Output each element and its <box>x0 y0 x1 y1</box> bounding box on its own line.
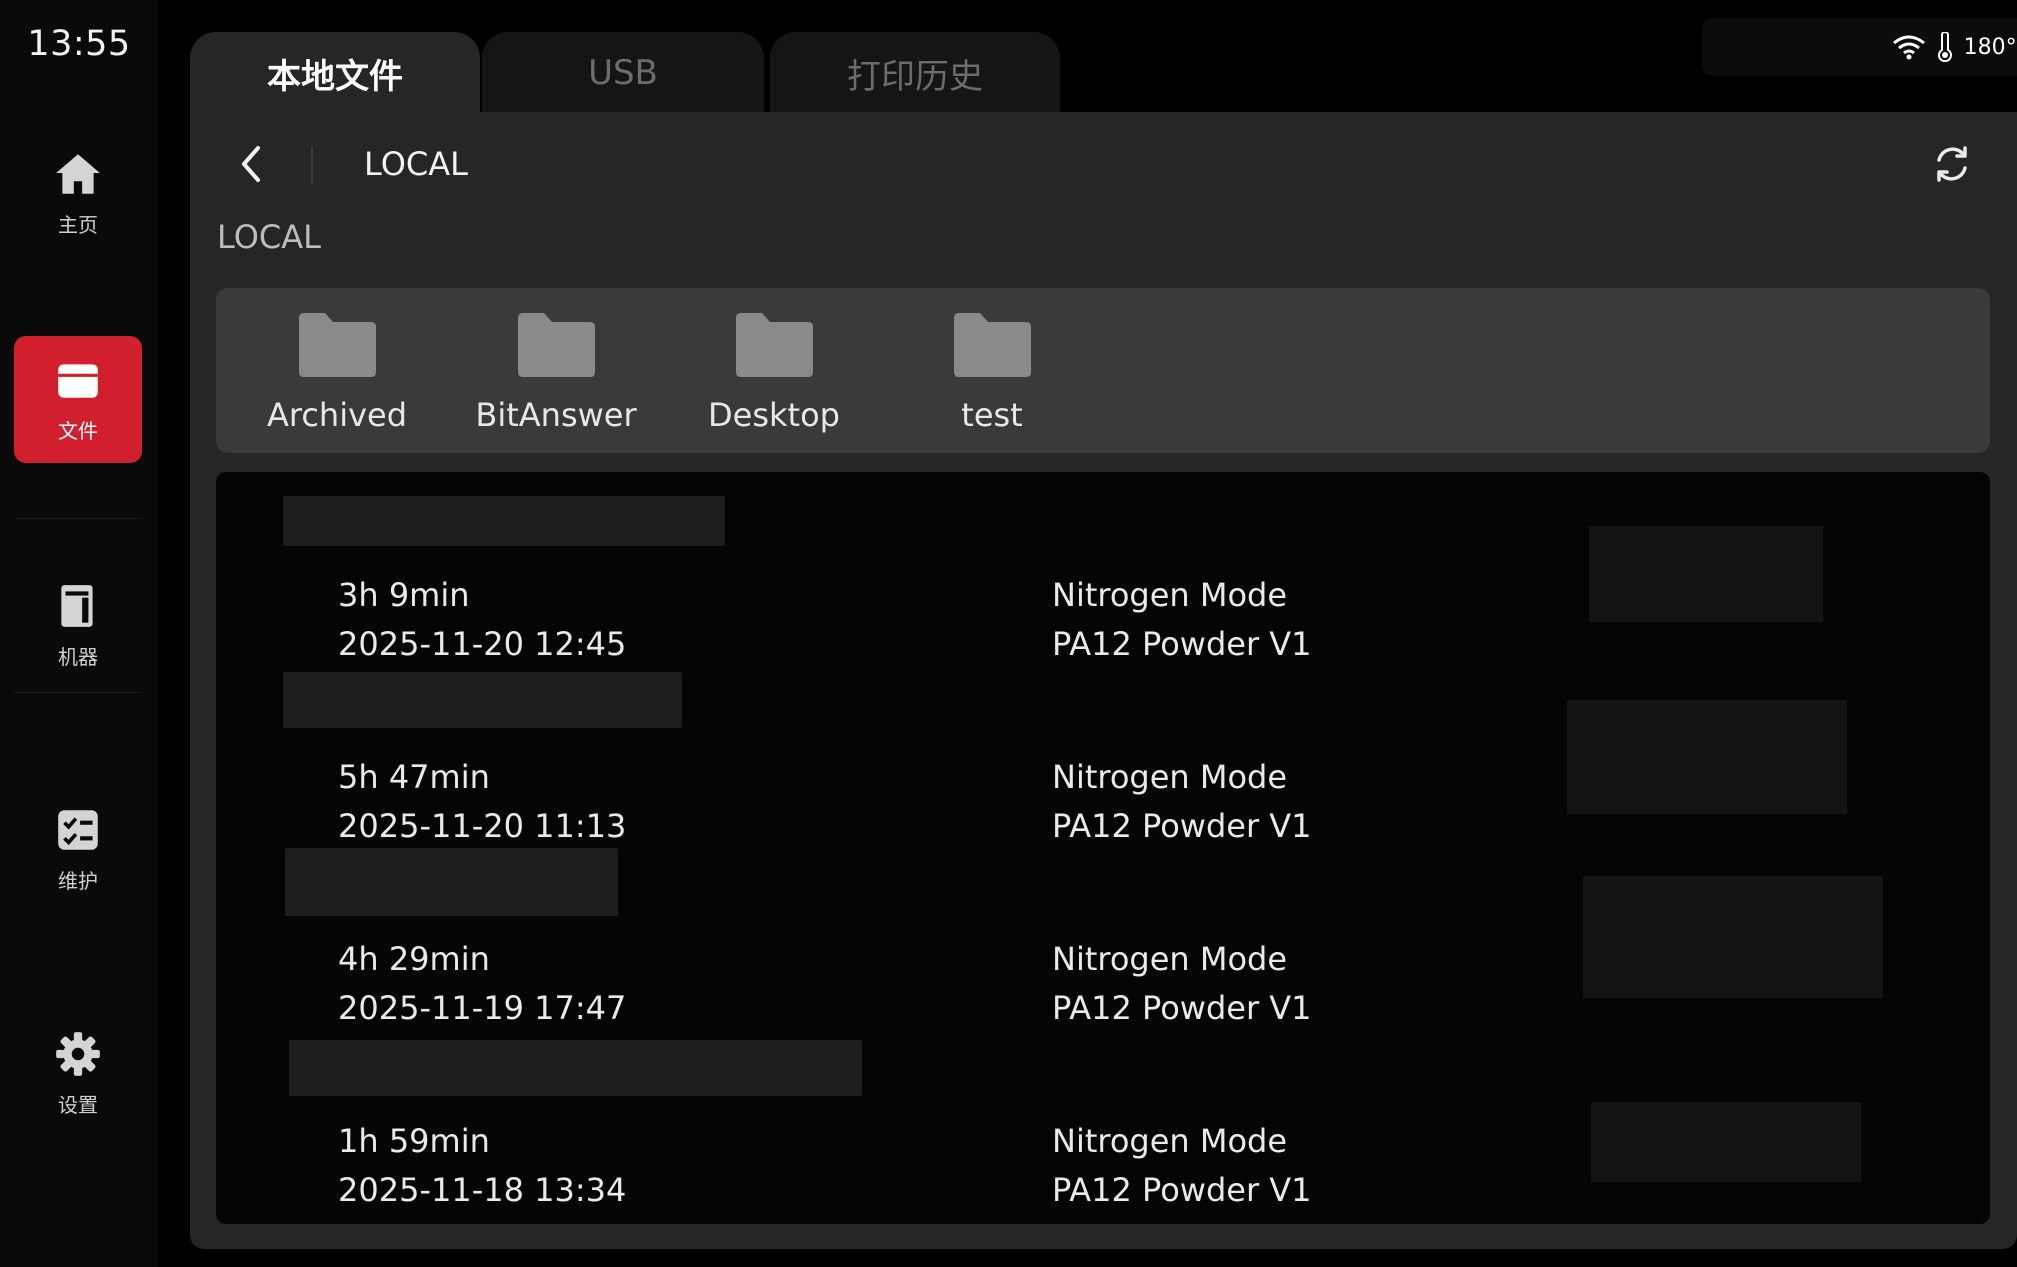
temperature-readout: 180°C <box>1963 34 2017 60</box>
file-duration: 1h 59min <box>338 1122 490 1160</box>
sidebar-item-label: 维护 <box>58 869 98 893</box>
file-material: PA12 Powder V1 <box>1052 807 1312 845</box>
folder-item[interactable]: BitAnswer <box>456 310 656 434</box>
sidebar-item-home[interactable]: 主页 <box>14 130 142 257</box>
tab-usb[interactable]: USB <box>482 32 764 114</box>
file-duration: 3h 9min <box>338 576 470 614</box>
home-icon <box>56 154 100 194</box>
folder-item[interactable]: Desktop <box>674 310 874 434</box>
folder-item[interactable]: test <box>892 310 1092 434</box>
sidebar-divider <box>14 518 142 519</box>
sidebar-item-files[interactable]: 文件 <box>14 336 142 463</box>
file-list: 3h 9min 2025-11-20 12:45 Nitrogen Mode P… <box>216 472 1990 1224</box>
machine-icon <box>61 585 93 627</box>
sidebar-item-settings[interactable]: 设置 <box>14 1010 142 1137</box>
status-bar: 180°C <box>1702 18 2017 76</box>
folder-name: Desktop <box>708 396 840 434</box>
file-name-redacted <box>285 848 618 916</box>
gear-icon <box>56 1032 100 1076</box>
file-name-redacted <box>289 1040 862 1096</box>
list-item[interactable]: 3h 9min 2025-11-20 12:45 Nitrogen Mode P… <box>216 496 1990 678</box>
folder-icon <box>299 313 376 377</box>
folder-name: test <box>961 396 1023 434</box>
path-divider <box>311 146 313 184</box>
current-path: LOCAL <box>364 145 468 183</box>
file-material: PA12 Powder V1 <box>1052 1171 1312 1209</box>
list-item[interactable]: 5h 47min 2025-11-20 11:13 Nitrogen Mode … <box>216 672 1990 854</box>
file-thumbnail <box>1591 1102 1861 1182</box>
file-duration: 5h 47min <box>338 758 490 796</box>
list-item[interactable]: 4h 29min 2025-11-19 17:47 Nitrogen Mode … <box>216 848 1990 1030</box>
file-duration: 4h 29min <box>338 940 490 978</box>
wifi-icon <box>1892 35 1925 60</box>
thermometer-icon <box>1937 32 1952 62</box>
refresh-button[interactable] <box>1932 143 1972 185</box>
sidebar-item-label: 主页 <box>58 213 98 237</box>
file-name-redacted <box>283 672 682 728</box>
file-thumbnail <box>1583 876 1883 998</box>
folder-item[interactable]: Archived <box>237 310 437 434</box>
file-print-mode: Nitrogen Mode <box>1052 576 1288 614</box>
section-title: LOCAL <box>217 218 321 256</box>
file-date: 2025-11-20 11:13 <box>338 807 627 845</box>
file-print-mode: Nitrogen Mode <box>1052 940 1288 978</box>
folder-icon <box>518 313 595 377</box>
checklist-icon <box>58 810 98 850</box>
file-name-redacted <box>283 496 725 546</box>
tab-print-history[interactable]: 打印历史 <box>770 32 1060 114</box>
tab-local-files[interactable]: 本地文件 <box>190 32 480 114</box>
folder-icon <box>736 313 813 377</box>
file-date: 2025-11-18 13:34 <box>338 1171 627 1209</box>
sidebar-divider <box>14 692 142 693</box>
file-print-mode: Nitrogen Mode <box>1052 758 1288 796</box>
file-thumbnail <box>1567 700 1847 814</box>
file-thumbnail <box>1589 526 1823 622</box>
sidebar-item-machine[interactable]: 机器 <box>14 562 142 689</box>
file-print-mode: Nitrogen Mode <box>1052 1122 1288 1160</box>
file-date: 2025-11-19 17:47 <box>338 989 627 1027</box>
file-material: PA12 Powder V1 <box>1052 989 1312 1027</box>
sidebar-item-label: 机器 <box>58 645 98 669</box>
folder-name: BitAnswer <box>475 396 637 434</box>
sidebar-item-label: 文件 <box>58 419 98 443</box>
list-item[interactable]: 1h 59min 2025-11-18 13:34 Nitrogen Mode … <box>216 1040 1990 1222</box>
sidebar-item-maintenance[interactable]: 维护 <box>14 786 142 913</box>
folder-open-icon <box>58 364 98 398</box>
back-button[interactable] <box>234 142 268 186</box>
clock: 13:55 <box>27 24 131 64</box>
file-date: 2025-11-20 12:45 <box>338 625 627 663</box>
folder-name: Archived <box>266 396 408 434</box>
folder-icon <box>954 313 1031 377</box>
sidebar-item-label: 设置 <box>58 1093 98 1117</box>
file-material: PA12 Powder V1 <box>1052 625 1312 663</box>
sidebar: 13:55 主页 文件 机器 维护 设置 <box>0 0 158 1267</box>
